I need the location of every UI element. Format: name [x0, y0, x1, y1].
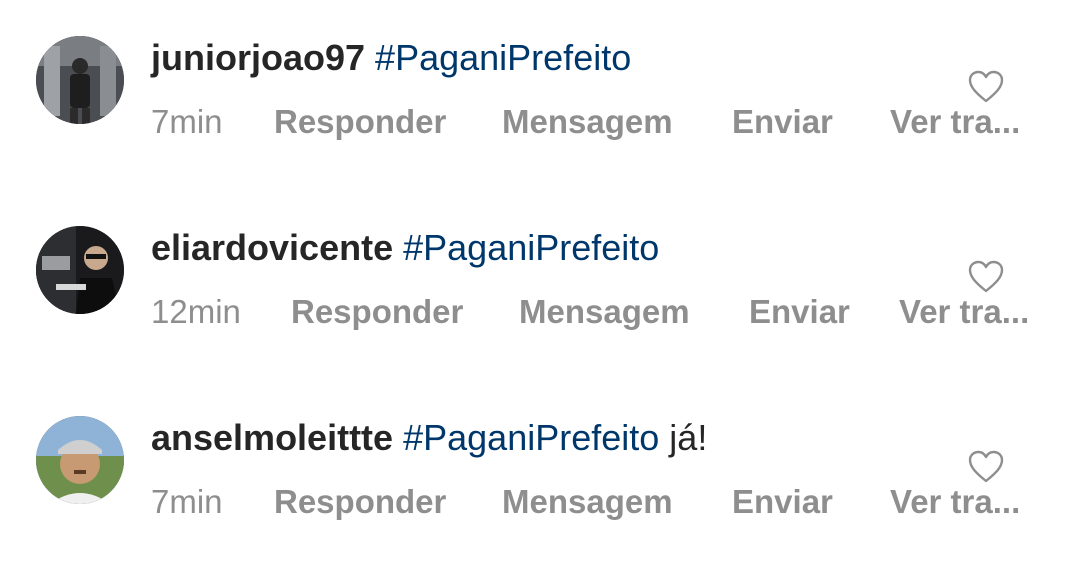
heart-outline-icon[interactable]	[968, 260, 1004, 294]
avatar[interactable]	[36, 226, 124, 314]
comment-meta: 12min Responder Mensagem Enviar Ver tra...	[151, 292, 1029, 332]
hashtag-link[interactable]: #PaganiPrefeito	[403, 227, 659, 268]
avatar[interactable]	[36, 416, 124, 504]
comment-item: eliardovicente #PaganiPrefeito 12min Resp…	[0, 190, 1068, 380]
see-translation-button[interactable]: Ver tra...	[890, 102, 1020, 142]
avatar[interactable]	[36, 36, 124, 124]
username-link[interactable]: juniorjoao97	[151, 37, 365, 78]
message-button[interactable]: Mensagem	[519, 292, 749, 332]
comment-item: juniorjoao97 #PaganiPrefeito 7min Respond…	[0, 0, 1068, 190]
avatar-photo-icon	[36, 36, 124, 124]
comment-text: eliardovicente #PaganiPrefeito	[151, 226, 659, 270]
message-button[interactable]: Mensagem	[502, 102, 732, 142]
hashtag-link[interactable]: #PaganiPrefeito	[375, 37, 631, 78]
heart-outline-icon[interactable]	[968, 450, 1004, 484]
comment-time: 7min	[151, 483, 223, 520]
comment-meta: 7min Responder Mensagem Enviar Ver tra...	[151, 102, 1020, 142]
comment-time: 12min	[151, 293, 241, 330]
avatar-photo-icon	[36, 226, 124, 314]
comment-meta: 7min Responder Mensagem Enviar Ver tra...	[151, 482, 1020, 522]
comment-time: 7min	[151, 103, 223, 140]
comment-text: juniorjoao97 #PaganiPrefeito	[151, 36, 631, 80]
username-link[interactable]: anselmoleittte	[151, 417, 393, 458]
see-translation-button[interactable]: Ver tra...	[890, 482, 1020, 522]
message-button[interactable]: Mensagem	[502, 482, 732, 522]
reply-button[interactable]: Responder	[274, 102, 502, 142]
hashtag-link[interactable]: #PaganiPrefeito	[403, 417, 659, 458]
heart-outline-icon[interactable]	[968, 70, 1004, 104]
username-link[interactable]: eliardovicente	[151, 227, 393, 268]
comment-item: anselmoleittte #PaganiPrefeito já! 7min R…	[0, 380, 1068, 570]
reply-button[interactable]: Responder	[291, 292, 519, 332]
comment-body: já!	[669, 417, 708, 458]
comment-text: anselmoleittte #PaganiPrefeito já!	[151, 416, 707, 460]
reply-button[interactable]: Responder	[274, 482, 502, 522]
send-button[interactable]: Enviar	[749, 292, 899, 332]
send-button[interactable]: Enviar	[732, 102, 890, 142]
see-translation-button[interactable]: Ver tra...	[899, 292, 1029, 332]
send-button[interactable]: Enviar	[732, 482, 890, 522]
avatar-photo-icon	[36, 416, 124, 504]
